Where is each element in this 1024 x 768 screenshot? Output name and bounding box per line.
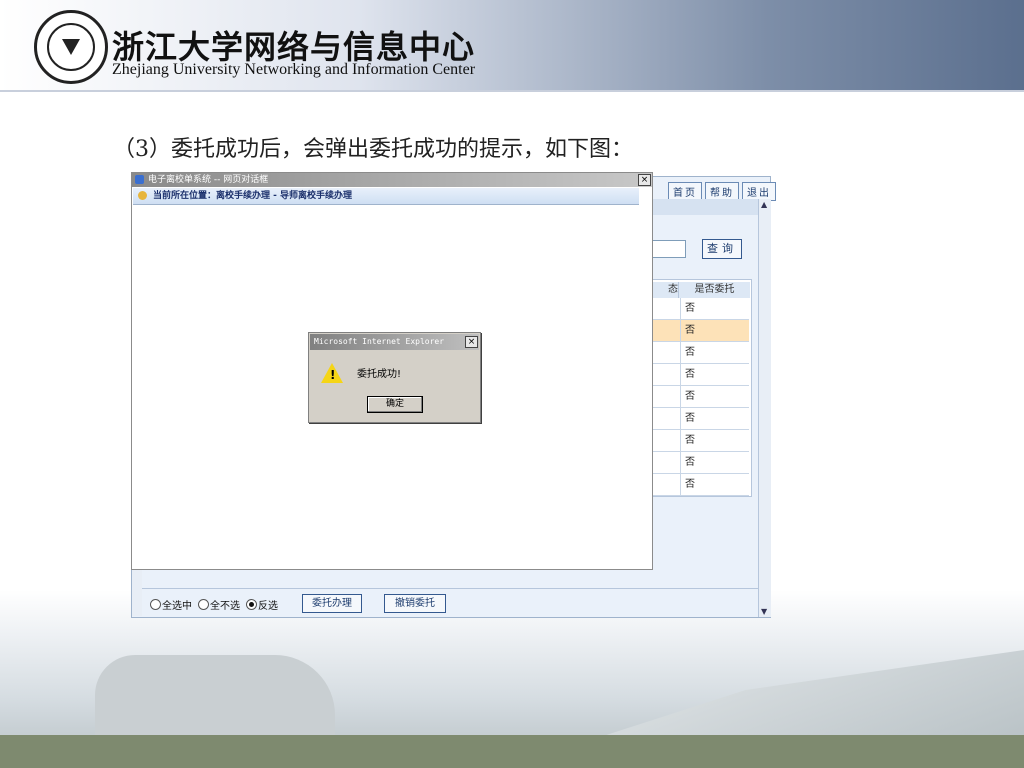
location-text: 当前所在位置：离校手续办理 - 导师离校手续办理 xyxy=(153,191,353,201)
table-row[interactable]: 否 xyxy=(652,364,749,386)
vertical-scrollbar[interactable]: ▲ ▼ xyxy=(758,199,771,617)
ok-button[interactable]: 确定 xyxy=(367,396,423,413)
table-cell-delegated: 否 xyxy=(680,474,749,495)
web-dialog-title: 电子离校单系统 -- 网页对话框 xyxy=(148,175,269,185)
message-box-title: Microsoft Internet Explorer xyxy=(314,337,445,346)
logo-emblem-icon xyxy=(62,39,80,55)
logo-emblem-ring xyxy=(47,23,95,71)
table-body: 否否否否否否否否否 xyxy=(652,298,749,496)
org-name-en: Zhejiang University Networking and Infor… xyxy=(112,61,476,78)
table-row[interactable]: 否 xyxy=(652,408,749,430)
option-label: 全选中 xyxy=(162,601,192,612)
table-cell-delegated: 否 xyxy=(680,430,749,451)
table-row[interactable]: 否 xyxy=(652,386,749,408)
location-icon xyxy=(138,191,147,200)
message-box: Microsoft Internet Explorer × ! 委托成功! 确定 xyxy=(308,332,481,423)
campus-ground xyxy=(0,735,1024,768)
table-row[interactable]: 否 xyxy=(652,474,749,496)
radio-invert[interactable] xyxy=(246,599,257,610)
table-header-delegated: 是否委托 xyxy=(678,282,750,298)
radio-select-all[interactable] xyxy=(150,599,161,610)
message-box-titlebar: Microsoft Internet Explorer xyxy=(310,334,479,350)
ie-icon xyxy=(135,175,144,184)
option-label: 反选 xyxy=(258,601,278,612)
campus-building-dome xyxy=(95,655,335,745)
slide-caption: （3）委托成功后，会弹出委托成功的提示，如下图： xyxy=(113,137,633,162)
warning-mark-icon: ! xyxy=(330,368,336,382)
table-cell-delegated: 否 xyxy=(680,452,749,473)
table-cell-delegated: 否 xyxy=(680,408,749,429)
location-bar: 当前所在位置：离校手续办理 - 导师离校手续办理 xyxy=(133,188,639,205)
search-input[interactable] xyxy=(652,240,686,258)
table-cell-delegated: 否 xyxy=(680,342,749,363)
query-button[interactable]: 查询 xyxy=(702,239,742,259)
left-scrollbar[interactable] xyxy=(132,570,142,616)
table-cell-delegated: 否 xyxy=(680,298,749,319)
web-dialog-titlebar: 电子离校单系统 -- 网页对话框 xyxy=(132,173,652,187)
table-row[interactable]: 否 xyxy=(652,320,749,342)
option-label: 全不选 xyxy=(210,601,240,612)
header-divider xyxy=(0,90,1024,92)
option-select-all[interactable]: 全选中 xyxy=(150,597,192,612)
table-row[interactable]: 否 xyxy=(652,452,749,474)
message-box-close-button[interactable]: × xyxy=(465,336,478,348)
message-text: 委托成功! xyxy=(357,369,402,380)
app-band xyxy=(652,199,758,215)
web-dialog-close-button[interactable]: × xyxy=(638,174,651,186)
table-row[interactable]: 否 xyxy=(652,342,749,364)
cancel-delegate-button[interactable]: 撤销委托 xyxy=(384,594,446,613)
table-cell-delegated: 否 xyxy=(680,364,749,385)
delegate-button[interactable]: 委托办理 xyxy=(302,594,362,613)
table-row[interactable]: 否 xyxy=(652,298,749,320)
university-logo xyxy=(34,10,108,84)
radio-select-none[interactable] xyxy=(198,599,209,610)
table-header-status: 态 xyxy=(652,282,678,298)
table-row[interactable]: 否 xyxy=(652,430,749,452)
scroll-down-icon[interactable]: ▼ xyxy=(761,607,767,616)
option-invert[interactable]: 反选 xyxy=(246,597,278,612)
scroll-up-icon[interactable]: ▲ xyxy=(761,200,767,209)
option-select-none[interactable]: 全不选 xyxy=(198,597,240,612)
table-cell-delegated: 否 xyxy=(680,320,749,341)
table-cell-delegated: 否 xyxy=(680,386,749,407)
